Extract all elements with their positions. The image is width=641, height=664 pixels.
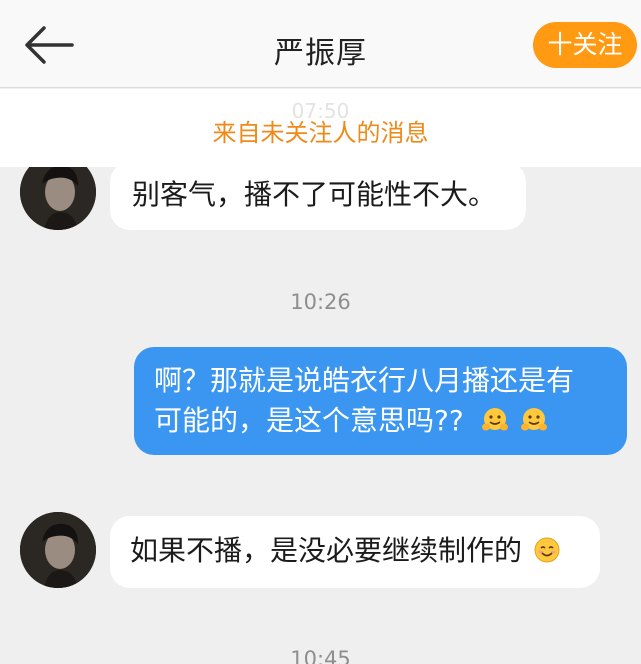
message-text-line1: 啊？那就是说皓衣行八月播还是有 — [154, 364, 575, 397]
notice-text: 来自未关注人的消息 — [212, 119, 429, 147]
message-bubble-incoming[interactable]: 别客气，播不了可能性不大。 — [110, 162, 526, 230]
message-text: 别客气，播不了可能性不大。 — [132, 178, 497, 211]
follow-button[interactable]: 十关注 — [533, 22, 637, 68]
profile-photo-icon — [20, 512, 96, 588]
smiling-face-emoji-icon — [531, 534, 561, 567]
hugging-face-emoji-icon — [518, 404, 548, 437]
avatar[interactable] — [20, 512, 96, 588]
message-timestamp: 10:26 — [290, 290, 351, 314]
top-bar: 严振厚 十关注 — [0, 0, 641, 88]
message-timestamp: 10:45 — [290, 647, 351, 664]
message-bubble-incoming[interactable]: 如果不播，是没必要继续制作的 — [110, 516, 600, 588]
message-text-line2: 可能的，是这个意思吗?? — [154, 404, 464, 437]
message-bubble-outgoing[interactable]: 啊？那就是说皓衣行八月播还是有 可能的，是这个意思吗?? — [134, 347, 627, 455]
message-text: 如果不播，是没必要继续制作的 — [130, 534, 523, 567]
hugging-face-emoji-icon — [479, 404, 518, 437]
stranger-message-notice: 07:50 来自未关注人的消息 — [0, 89, 641, 167]
